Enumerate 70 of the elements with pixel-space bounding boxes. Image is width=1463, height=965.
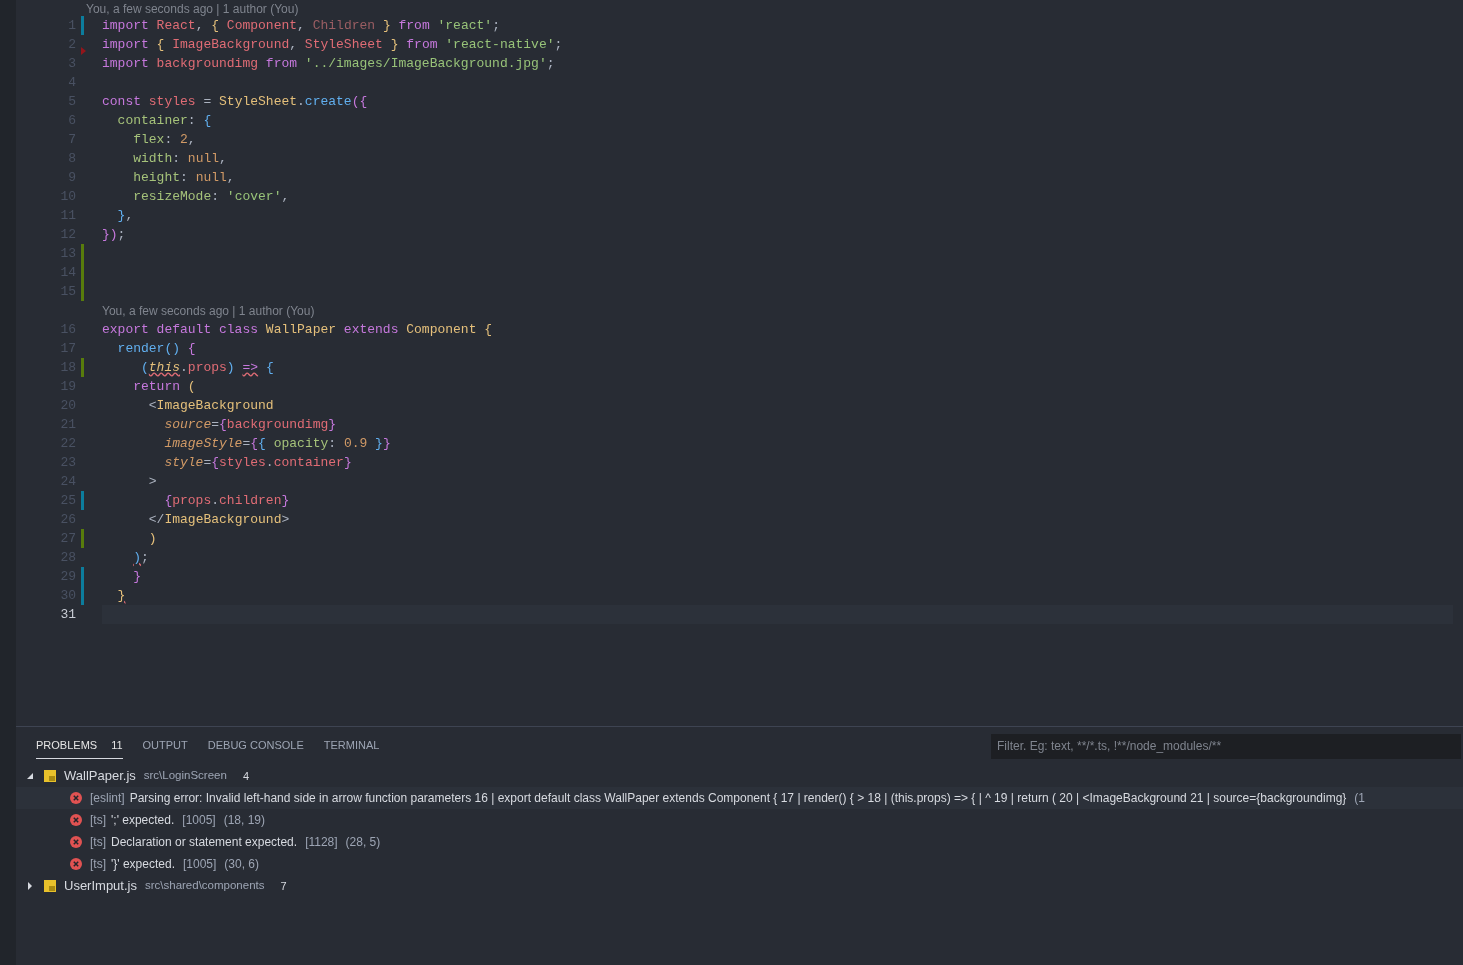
file-name: WallPaper.js xyxy=(64,767,136,786)
code-line: export default class WallPaper extends Component { xyxy=(102,320,493,339)
code-line: source={backgroundimg} xyxy=(163,415,337,434)
code-line: const styles = StyleSheet.create({ xyxy=(102,92,368,111)
code-line: return ( xyxy=(132,377,196,396)
code-line: width: null, xyxy=(132,149,227,168)
file-row[interactable]: WallPaper.js src\LoginScreen 4 xyxy=(16,765,1463,787)
problem-row[interactable]: [ts] ';' expected. [1005] (18, 19) xyxy=(16,809,1463,831)
code-line: height: null, xyxy=(132,168,235,187)
problem-source: [ts] xyxy=(90,812,106,829)
panel-tab[interactable]: PROBLEMS 11 xyxy=(36,733,123,759)
problem-code: [1005] xyxy=(182,812,216,829)
code-line: ); xyxy=(132,548,149,567)
problem-position: (30, 6) xyxy=(224,856,260,873)
problem-position: (1 xyxy=(1354,790,1366,807)
caret-down-icon[interactable] xyxy=(26,772,34,780)
code-line: (this.props) => { xyxy=(140,358,274,377)
js-file-icon xyxy=(44,880,56,892)
file-path: src\LoginScreen xyxy=(143,768,227,784)
problem-code: [1128] xyxy=(305,834,338,851)
code-line: import React, { Component, Children } from 'react'; xyxy=(102,16,500,35)
code-line: flex: 2, xyxy=(132,130,196,149)
panel-tab[interactable]: OUTPUT xyxy=(142,733,188,759)
problem-message: '}' expected. xyxy=(111,856,175,873)
panel-tab[interactable]: TERMINAL xyxy=(323,733,380,759)
problem-source: [ts] xyxy=(90,834,106,851)
problem-message: Declaration or statement expected. xyxy=(111,834,298,851)
js-file-icon xyxy=(44,770,56,782)
panel-tab[interactable]: DEBUG CONSOLE xyxy=(207,733,304,759)
code-line: resizeMode: 'cover', xyxy=(132,187,290,206)
problem-row[interactable] xyxy=(16,787,1463,809)
problem-message: ';' expected. xyxy=(111,812,175,829)
code-line: imageStyle={{ opacity: 0.9 }} xyxy=(163,434,391,453)
code-line: <ImageBackground xyxy=(147,396,274,415)
code-line: ) xyxy=(147,529,157,548)
problem-count: 4 xyxy=(242,768,249,784)
problem-count: 11 xyxy=(111,738,123,754)
code-line: style={styles.container} xyxy=(163,453,352,472)
problem-source: [eslint] xyxy=(90,790,125,807)
code-line: } xyxy=(116,586,126,605)
line-number: 31 xyxy=(59,605,76,624)
problem-count: 7 xyxy=(280,878,287,894)
code-line: </ImageBackground> xyxy=(147,510,290,529)
code-line: }, xyxy=(116,206,134,225)
problem-row[interactable]: [ts] '}' expected. [1005] (30, 6) xyxy=(16,853,1463,875)
code-line: import { ImageBackground, StyleSheet } from 'react-native'; xyxy=(102,35,563,54)
file-name: UserImput.js xyxy=(64,877,137,896)
code-line: }); xyxy=(102,225,126,244)
error-icon xyxy=(70,858,82,870)
problem-position: (18, 19) xyxy=(223,812,266,829)
code-line: {props.children} xyxy=(163,491,290,510)
file-path: src\shared\components xyxy=(144,878,265,894)
code-line: import backgroundimg from '../images/ImageBackground.jpg'; xyxy=(102,54,555,73)
blame-annotation[interactable]: You, a few seconds ago | 1 author (You) xyxy=(102,301,315,320)
code-line: render() { xyxy=(116,339,196,358)
problem-code: [1005] xyxy=(183,856,217,873)
blame-annotation[interactable]: You, a few seconds ago | 1 author (You) xyxy=(86,2,299,16)
code-line: container: { xyxy=(116,111,212,130)
error-icon xyxy=(70,836,82,848)
code-line: } xyxy=(132,567,141,586)
problem-position: (28, 5) xyxy=(345,834,381,851)
error-icon xyxy=(70,792,82,804)
caret-right-icon[interactable] xyxy=(26,882,34,890)
error-icon xyxy=(70,814,82,826)
problem-row[interactable]: [ts] Declaration or statement expected. [1128] (28, 5) xyxy=(16,831,1463,853)
filter-field[interactable]: Filter. Eg: text, **/*.ts, !**/node_modules/** xyxy=(991,733,1461,759)
problem-message: Parsing error: Invalid left-hand side in arrow function parameters 16 | export default class WallPaper extends Component { 17 | render() { > 18 | (this.props) => { | ^ 19 | return ( 20 | <ImageBackground 21 | source={backgroundimg} xyxy=(129,790,1347,807)
file-row[interactable]: UserImput.js src\shared\components 7 xyxy=(16,875,1463,897)
problem-source: [ts] xyxy=(90,856,106,873)
code-line: > xyxy=(147,472,157,491)
